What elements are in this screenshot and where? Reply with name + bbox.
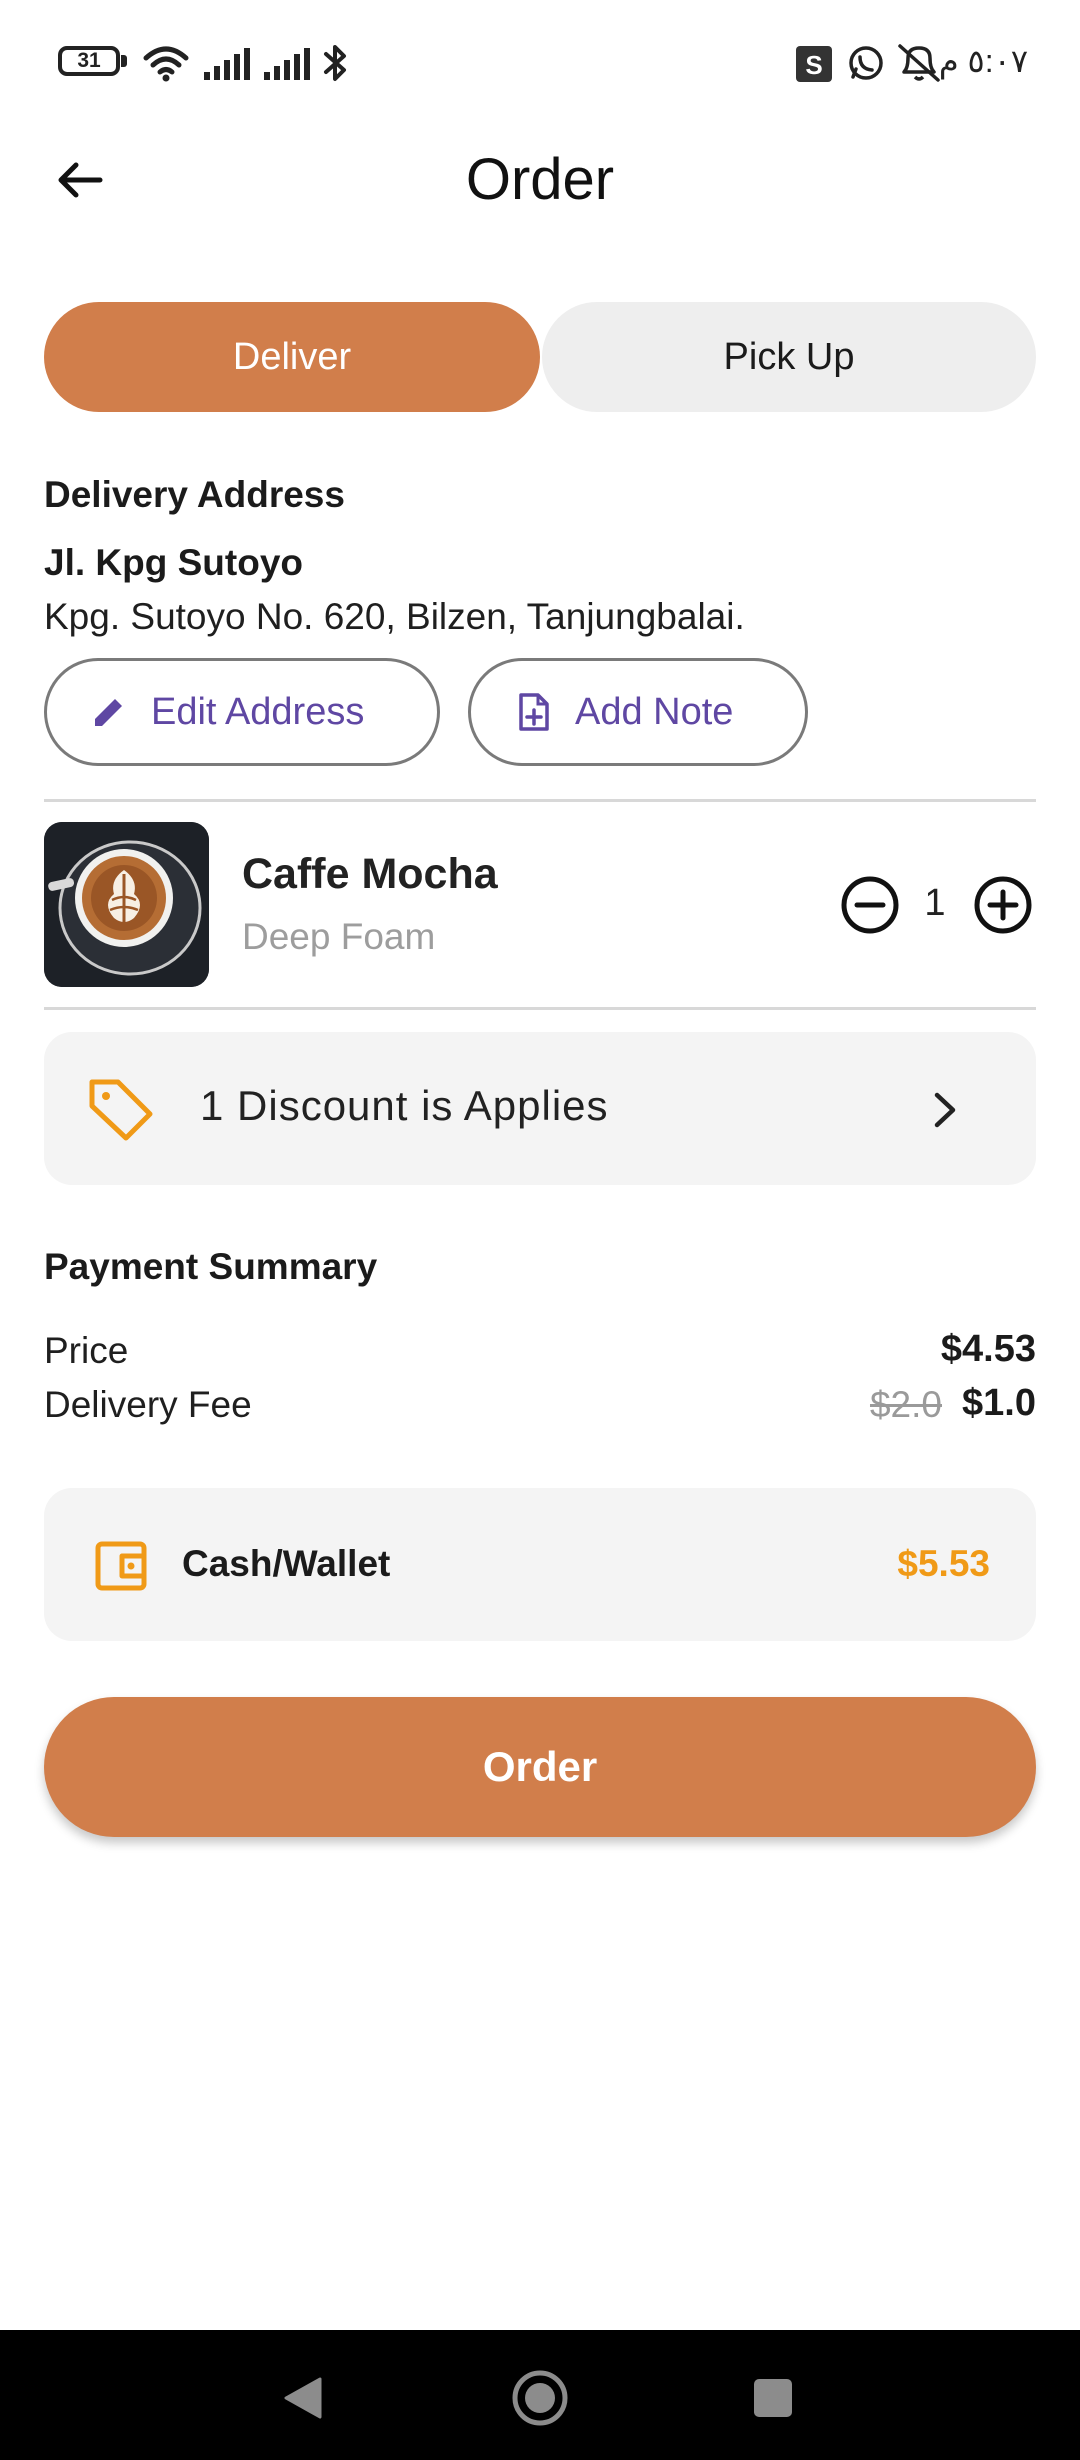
- payment-amount: $5.53: [897, 1543, 990, 1584]
- delivery-fee-value: $1.0: [962, 1382, 1036, 1424]
- product-name: Caffe Mocha: [242, 850, 498, 898]
- edit-address-label: Edit Address: [151, 690, 365, 733]
- whatsapp-icon: [849, 46, 883, 80]
- tag-icon: [89, 1079, 153, 1141]
- nav-back-icon[interactable]: [280, 2375, 326, 2421]
- signal-icon-2: [264, 48, 310, 80]
- battery-icon: 31: [58, 46, 120, 76]
- delivery-fee-old: $2.0: [869, 1384, 942, 1425]
- chevron-right-icon: [934, 1092, 956, 1128]
- divider-2: [44, 1007, 1036, 1010]
- product-variant: Deep Foam: [242, 916, 436, 957]
- quantity-decrease-button[interactable]: [835, 870, 905, 940]
- order-button[interactable]: Order: [44, 1697, 1036, 1837]
- delivery-address-title: Delivery Address: [44, 474, 345, 515]
- wallet-icon: [95, 1541, 147, 1591]
- tab-deliver[interactable]: Deliver: [44, 302, 540, 412]
- alarm-off-icon: [898, 44, 940, 82]
- pencil-icon: [95, 699, 122, 726]
- divider: [44, 799, 1036, 802]
- battery-level: 31: [77, 49, 101, 72]
- quantity-value: 1: [924, 882, 946, 924]
- nav-recents-icon[interactable]: [752, 2377, 794, 2419]
- nav-home-icon[interactable]: [510, 2368, 570, 2428]
- note-add-icon: [519, 693, 549, 731]
- wifi-icon: [143, 46, 189, 82]
- coffee-cup-image: [44, 822, 209, 987]
- discount-text: 1 Discount is Applies: [200, 1082, 609, 1129]
- price-value: $4.53: [940, 1328, 1036, 1370]
- svg-text:S: S: [805, 50, 822, 80]
- signal-icon: [204, 48, 250, 80]
- plus-circle-icon: [974, 876, 1032, 934]
- address-street: Jl. Kpg Sutoyo: [44, 542, 303, 583]
- navigation-bar: [0, 2330, 1080, 2460]
- minus-circle-icon: [841, 876, 899, 934]
- price-label: Price: [44, 1330, 129, 1371]
- quantity-increase-button[interactable]: [968, 870, 1038, 940]
- bluetooth-icon: [324, 45, 346, 81]
- s-app-icon: S: [796, 46, 832, 82]
- status-time: ٥:٠٧ م: [938, 43, 1028, 79]
- edit-address-button[interactable]: Edit Address: [44, 658, 440, 766]
- delivery-fee-label: Delivery Fee: [44, 1384, 252, 1425]
- payment-method-label: Cash/Wallet: [182, 1543, 391, 1584]
- address-full: Kpg. Sutoyo No. 620, Bilzen, Tanjungbala…: [44, 596, 745, 637]
- page-title: Order: [465, 147, 615, 212]
- tab-pickup[interactable]: Pick Up: [542, 302, 1036, 412]
- payment-summary-title: Payment Summary: [44, 1246, 378, 1287]
- add-note-label: Add Note: [575, 690, 734, 733]
- status-bar: 31 S ٥:٠٧ م: [0, 0, 1080, 130]
- product-image: [44, 822, 209, 987]
- add-note-button[interactable]: Add Note: [468, 658, 808, 766]
- battery-tip: [121, 55, 127, 67]
